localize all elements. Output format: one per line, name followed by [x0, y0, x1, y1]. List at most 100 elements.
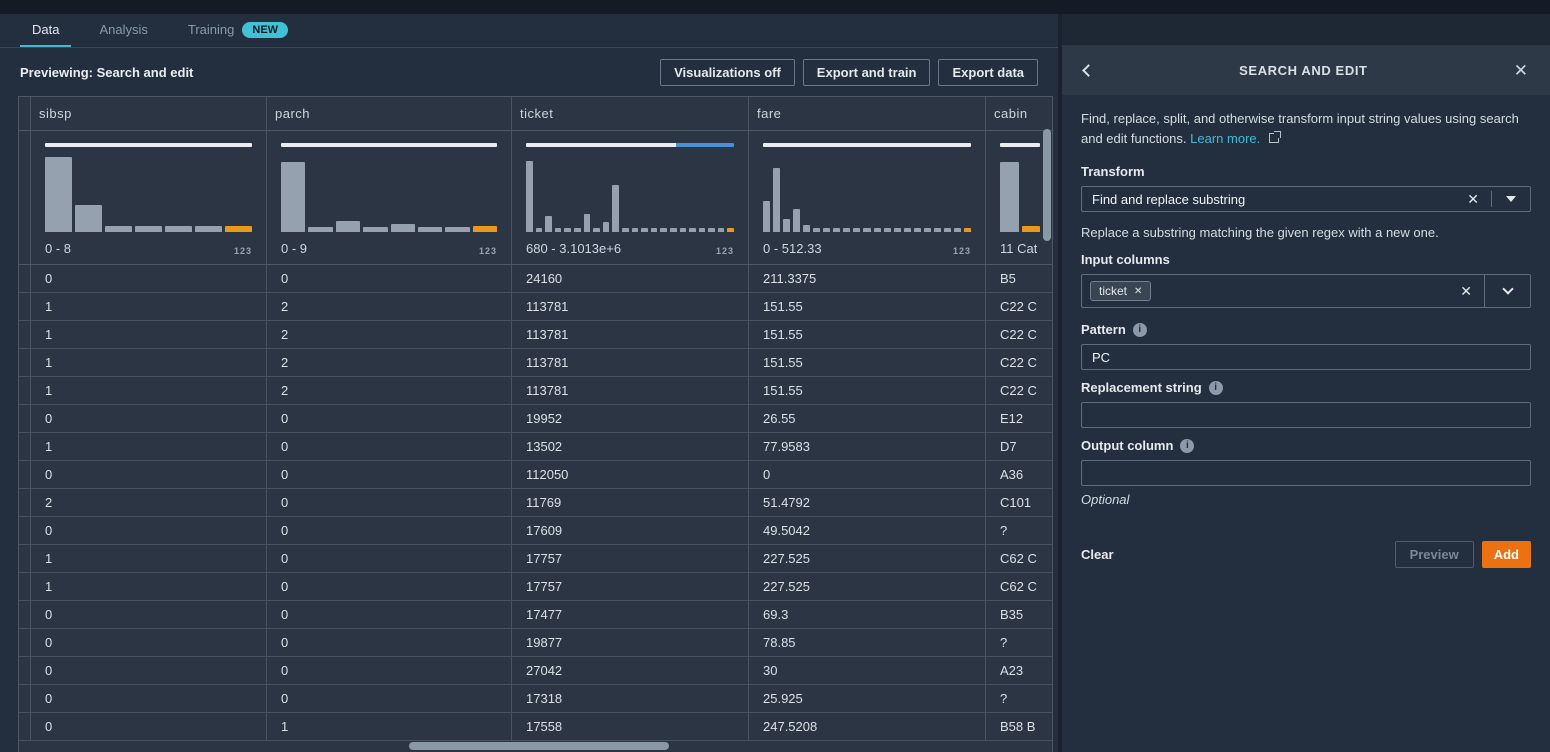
replacement-input[interactable] — [1081, 402, 1531, 428]
tab-training[interactable]: Training NEW — [176, 14, 300, 47]
histogram-bar — [670, 228, 677, 233]
cell-sibsp: 2 — [31, 489, 267, 516]
table-header-row: sibsp parch ticket farecabin — [19, 97, 1052, 131]
column-header-sibsp[interactable]: sibsp — [31, 97, 267, 130]
transform-select[interactable]: Find and replace substring ✕ — [1081, 186, 1531, 212]
replacement-info-icon[interactable]: i — [1209, 381, 1223, 395]
cell-sibsp: 1 — [31, 349, 267, 376]
transform-dropdown-caret-icon[interactable] — [1506, 196, 1516, 202]
cell-fare: 77.9583 — [749, 433, 986, 460]
table-row: 001995226.55E12 — [19, 405, 1052, 433]
numeric-type-icon: 123 — [479, 246, 497, 256]
clear-button[interactable]: Clear — [1081, 547, 1114, 562]
tab-bar: Data Analysis Training NEW — [0, 14, 1058, 48]
input-columns-clear-icon[interactable]: ✕ — [1448, 283, 1484, 300]
row-gutter — [19, 461, 31, 488]
cell-sibsp: 1 — [31, 293, 267, 320]
cell-parch: 0 — [267, 433, 512, 460]
tab-analysis-label: Analysis — [99, 22, 147, 37]
cell-cabin: D7 — [986, 433, 1053, 460]
histogram-bar — [763, 201, 770, 233]
input-columns-expand-segment[interactable] — [1484, 275, 1530, 307]
horizontal-scrollbar[interactable] — [409, 742, 669, 750]
transform-clear-icon[interactable]: ✕ — [1455, 191, 1491, 208]
cell-ticket: 113781 — [512, 349, 749, 376]
row-gutter — [19, 545, 31, 572]
column-header-label: ticket — [520, 106, 553, 121]
histogram-bar — [336, 221, 360, 232]
histogram-bar — [773, 168, 780, 232]
ticket-chip-remove-icon[interactable]: ✕ — [1134, 286, 1142, 297]
histogram-bar — [914, 228, 921, 233]
histogram-bar — [418, 227, 442, 232]
row-gutter — [19, 293, 31, 320]
pattern-info-icon[interactable]: i — [1133, 323, 1147, 337]
histogram-bar — [944, 228, 951, 233]
tab-analysis[interactable]: Analysis — [87, 14, 159, 47]
cell-ticket: 113781 — [512, 377, 749, 404]
row-gutter — [19, 405, 31, 432]
cell-parch: 2 — [267, 377, 512, 404]
column-header-parch[interactable]: parch — [267, 97, 512, 130]
top-strip — [0, 0, 1550, 14]
numeric-type-icon: 123 — [716, 246, 734, 256]
histogram-bar — [308, 227, 332, 232]
row-gutter — [19, 131, 31, 264]
export-data-button[interactable]: Export data — [938, 59, 1038, 86]
column-header-fare[interactable]: fare — [749, 97, 986, 130]
optional-note: Optional — [1081, 492, 1531, 507]
export-and-train-button[interactable]: Export and train — [803, 59, 931, 86]
row-gutter — [19, 349, 31, 376]
histogram-bars — [526, 157, 734, 232]
cell-ticket: 17757 — [512, 545, 749, 572]
numeric-type-icon: 123 — [234, 246, 252, 256]
cell-sibsp: 0 — [31, 629, 267, 656]
cell-parch: 0 — [267, 265, 512, 292]
histogram-bar — [783, 219, 790, 233]
input-columns-select[interactable]: ticket ✕ ✕ — [1081, 274, 1531, 308]
learn-more-link[interactable]: Learn more. — [1190, 131, 1260, 146]
histogram-fare: 0 - 512.33123 — [749, 131, 986, 264]
valid-values-bar — [763, 143, 971, 147]
numeric-type-icon: 123 — [953, 246, 971, 256]
column-header-ticket[interactable]: ticket — [512, 97, 749, 130]
tab-data[interactable]: Data — [20, 14, 71, 47]
valid-values-bar — [281, 143, 497, 147]
histogram-bar — [165, 226, 192, 232]
output-column-info-icon[interactable]: i — [1180, 439, 1194, 453]
histogram-bar — [699, 228, 706, 233]
histogram-bars — [45, 157, 252, 232]
histogram-bar — [660, 228, 667, 233]
histogram-bars — [763, 157, 971, 232]
histogram-bar — [954, 228, 961, 233]
cell-sibsp: 1 — [31, 433, 267, 460]
cell-parch: 0 — [267, 461, 512, 488]
histogram-bar — [473, 226, 497, 232]
vertical-scrollbar[interactable] — [1043, 129, 1051, 241]
histogram-parch: 0 - 9123 — [267, 131, 512, 264]
output-column-input[interactable] — [1081, 460, 1531, 486]
pattern-input[interactable] — [1081, 344, 1531, 370]
cell-parch: 0 — [267, 545, 512, 572]
table-row: 0117558247.5208B58 B — [19, 713, 1052, 741]
cell-cabin: B5 — [986, 265, 1053, 292]
cell-ticket: 24160 — [512, 265, 749, 292]
close-icon[interactable]: ✕ — [1514, 62, 1528, 79]
cell-fare: 151.55 — [749, 293, 986, 320]
panel-top-gap — [1062, 14, 1550, 45]
histogram-footer: 0 - 8123 — [45, 240, 252, 256]
column-header-label: sibsp — [39, 106, 72, 121]
column-header-label: parch — [275, 106, 310, 121]
visualizations-off-button[interactable]: Visualizations off — [660, 59, 795, 86]
cell-fare: 25.925 — [749, 685, 986, 712]
histogram-bar — [924, 228, 931, 233]
add-button[interactable]: Add — [1482, 541, 1531, 568]
column-header-cabin[interactable]: cabin — [986, 97, 1053, 130]
table-row: 12113781151.55C22 C — [19, 377, 1052, 405]
preview-button[interactable]: Preview — [1395, 541, 1474, 568]
cell-fare: 227.525 — [749, 573, 986, 600]
histogram-bar — [135, 226, 162, 232]
description-text: Find, replace, split, and otherwise tran… — [1081, 111, 1519, 146]
histogram-bar — [281, 162, 305, 232]
histogram-bar — [622, 228, 629, 233]
